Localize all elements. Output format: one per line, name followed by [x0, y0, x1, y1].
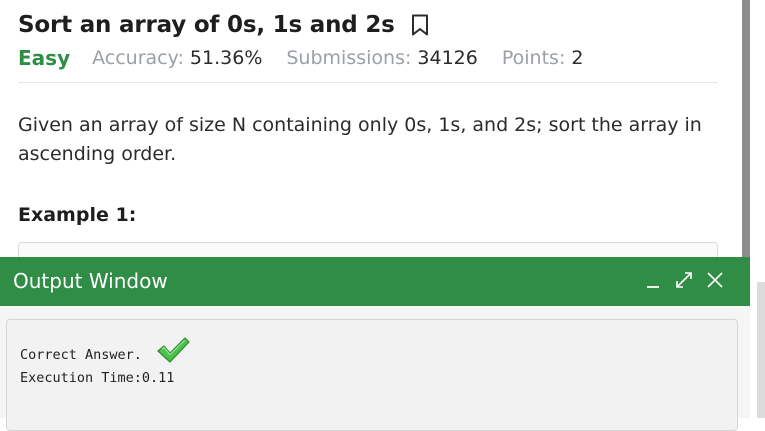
meta-divider	[18, 82, 718, 83]
output-window-title: Output Window	[13, 269, 168, 293]
example-heading: Example 1:	[18, 204, 137, 226]
difficulty-badge[interactable]: Easy	[18, 46, 70, 70]
submissions-stat: Submissions: 34126	[286, 47, 478, 69]
close-icon[interactable]	[703, 265, 727, 295]
execution-time-line: Execution Time:0.11	[20, 370, 175, 386]
output-window-header[interactable]: Output Window	[0, 257, 750, 306]
checkmark-icon	[156, 336, 190, 368]
minimize-icon[interactable]	[641, 265, 665, 295]
submissions-value: 34126	[417, 47, 478, 69]
points-value: 2	[571, 47, 584, 69]
points-stat: Points: 2	[502, 47, 584, 69]
output-window: Output Window Correct Answer. Execution …	[0, 257, 750, 431]
accuracy-value: 51.36%	[189, 47, 263, 69]
problem-statement: Given an array of size N containing only…	[18, 114, 702, 165]
accuracy-label: Accuracy:	[92, 47, 184, 69]
problem-scrollbar-thumb[interactable]	[742, 0, 750, 258]
problem-meta: Easy Accuracy: 51.36% Submissions: 34126…	[18, 44, 608, 72]
bookmark-icon[interactable]	[411, 14, 429, 36]
title-row: Sort an array of 0s, 1s and 2s	[18, 10, 429, 40]
points-label: Points:	[501, 47, 566, 69]
result-line: Correct Answer.	[20, 337, 190, 368]
result-text: Correct Answer.	[20, 347, 142, 363]
expand-icon[interactable]	[672, 265, 696, 295]
submissions-label: Submissions:	[286, 47, 412, 69]
output-console: Correct Answer. Execution Time:0.11	[6, 319, 738, 431]
accuracy-stat: Accuracy: 51.36%	[92, 47, 262, 69]
problem-title: Sort an array of 0s, 1s and 2s	[18, 12, 395, 38]
page-scrollbar-thumb[interactable]	[757, 282, 765, 418]
